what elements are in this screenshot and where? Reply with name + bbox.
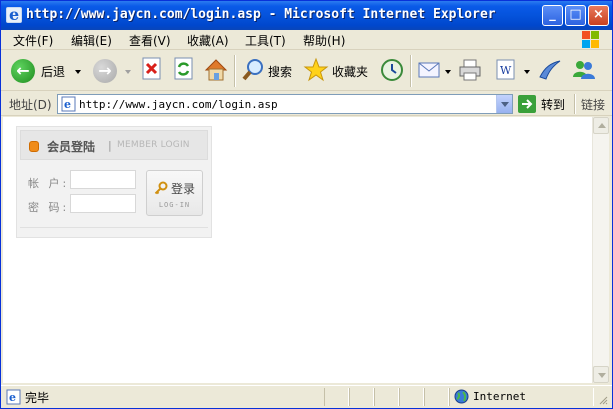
messenger-button[interactable] [537, 57, 563, 85]
ie-window: http://www.jaycn.com/login.asp - Microso… [0, 0, 613, 409]
history-icon [381, 59, 403, 81]
account-input[interactable] [70, 170, 136, 189]
login-button[interactable]: 登录 LOG-IN [146, 170, 203, 216]
menu-help[interactable]: 帮助(H) [303, 32, 345, 49]
status-text: 完毕 [25, 391, 50, 405]
back-dropdown-icon[interactable] [75, 70, 81, 74]
password-input[interactable] [70, 194, 136, 213]
key-icon [154, 181, 168, 195]
status-pane [399, 388, 424, 406]
menu-favorites[interactable]: 收藏(A) [187, 32, 229, 49]
msn-button[interactable] [571, 57, 597, 85]
page-status-icon: e [6, 389, 21, 405]
menu-edit[interactable]: 编辑(E) [71, 32, 112, 49]
menu-tools[interactable]: 工具(T) [245, 32, 286, 49]
resize-grip-icon[interactable] [598, 394, 608, 405]
globe-icon [454, 389, 469, 404]
go-button[interactable]: 转到 [518, 95, 570, 113]
search-icon [242, 59, 263, 81]
links-label[interactable]: 链接 [581, 96, 605, 113]
messenger-icon [539, 60, 561, 80]
login-footer-divider [20, 227, 208, 228]
title-divider: | [108, 139, 112, 152]
title-bar[interactable]: http://www.jaycn.com/login.asp - Microso… [1, 1, 612, 30]
status-pane [324, 388, 349, 406]
close-button[interactable]: × [588, 5, 609, 26]
mail-dropdown-icon[interactable] [445, 70, 451, 74]
forward-button[interactable]: → [93, 57, 119, 85]
back-label: 后退 [41, 65, 66, 79]
window-title: http://www.jaycn.com/login.asp - Microso… [26, 7, 496, 22]
back-icon: ← [11, 59, 35, 83]
toolbar-separator [410, 55, 412, 87]
maximize-button[interactable]: □ [565, 5, 586, 26]
word-icon: W [496, 59, 515, 80]
print-button[interactable] [457, 57, 483, 85]
edit-dropdown-icon[interactable] [524, 70, 530, 74]
history-button[interactable] [379, 57, 405, 85]
forward-icon: → [93, 59, 117, 83]
edit-word-button[interactable]: W [495, 57, 517, 85]
password-label: 密 码: [28, 201, 70, 214]
svg-text:e: e [9, 391, 16, 404]
bullet-icon [29, 141, 39, 152]
toolbar-separator [234, 55, 236, 87]
go-arrow-icon [518, 95, 536, 113]
scroll-down-button[interactable] [593, 366, 609, 383]
home-icon [204, 59, 228, 81]
refresh-icon [174, 57, 193, 80]
svg-text:e: e [64, 98, 71, 111]
login-title: 会员登陆 [47, 140, 96, 154]
search-label: 搜索 [268, 65, 293, 79]
mail-button[interactable] [417, 57, 443, 85]
back-button[interactable]: ← 后退 [11, 57, 73, 85]
forward-dropdown-icon [125, 70, 131, 74]
status-bar: e 完毕 Internet [1, 385, 612, 408]
address-bar: 地址(D) e http://www.jaycn.com/login.asp 转… [1, 92, 612, 116]
addressbar-separator [574, 94, 576, 114]
address-url: http://www.jaycn.com/login.asp [79, 98, 278, 111]
menu-view[interactable]: 查看(V) [129, 32, 171, 49]
login-header: 会员登陆 | MEMBER LOGIN [20, 130, 208, 160]
stop-icon [142, 57, 161, 80]
stop-button[interactable] [141, 57, 163, 85]
menu-file[interactable]: 文件(F) [13, 32, 53, 49]
member-login-panel: 会员登陆 | MEMBER LOGIN 帐 户: 密 码: 登录 LOG-IN [16, 126, 212, 238]
go-label: 转到 [541, 98, 566, 112]
favorites-icon [303, 57, 329, 82]
security-zone: Internet [473, 390, 526, 403]
status-pane [349, 388, 374, 406]
print-icon [459, 59, 481, 81]
standard-toolbar: ← 后退 → 搜索 收藏夹 W [1, 51, 612, 91]
address-label: 地址(D) [9, 98, 52, 112]
menu-bar: 文件(F) 编辑(E) 查看(V) 收藏(A) 工具(T) 帮助(H) [1, 30, 612, 50]
favorites-label: 收藏夹 [332, 65, 369, 79]
minimize-button[interactable]: _ [542, 5, 563, 26]
vertical-scrollbar[interactable] [592, 117, 609, 383]
refresh-button[interactable] [173, 57, 195, 85]
search-button[interactable]: 搜索 [241, 57, 295, 85]
account-label: 帐 户: [28, 177, 70, 190]
page-icon: e [61, 96, 76, 112]
svg-text:W: W [500, 64, 512, 77]
windows-logo-icon [582, 31, 600, 49]
login-button-sublabel: LOG-IN [158, 201, 191, 209]
address-input[interactable]: e http://www.jaycn.com/login.asp [57, 94, 513, 114]
favorites-button[interactable]: 收藏夹 [303, 57, 371, 85]
login-subtitle: MEMBER LOGIN [117, 140, 190, 150]
msn-icon [573, 61, 595, 79]
home-button[interactable] [203, 57, 229, 85]
mail-icon [418, 62, 440, 78]
status-pane [374, 388, 399, 406]
page-content: 会员登陆 | MEMBER LOGIN 帐 户: 密 码: 登录 LOG-IN [3, 117, 592, 383]
status-pane [424, 388, 449, 406]
login-button-label: 登录 [171, 182, 196, 196]
ie-icon [6, 5, 22, 24]
scroll-up-button[interactable] [593, 117, 609, 134]
address-dropdown-icon[interactable] [496, 95, 512, 113]
